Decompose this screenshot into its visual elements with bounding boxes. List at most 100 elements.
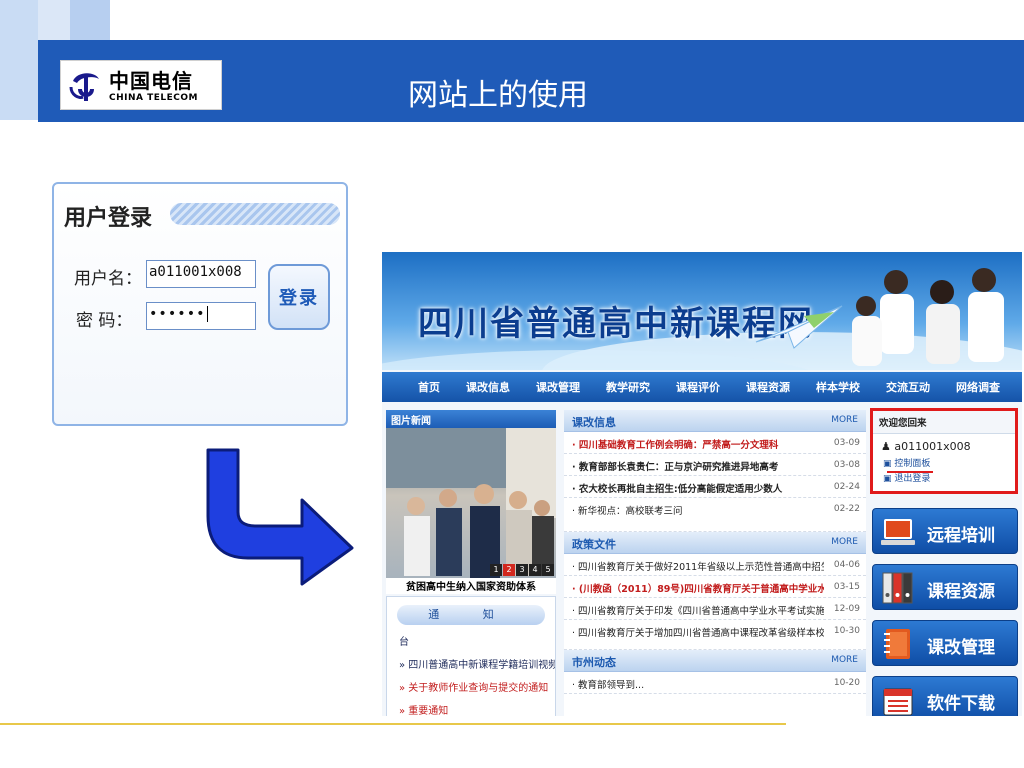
pic-news-photo[interactable]: 1 2 3 4 5 <box>386 428 556 578</box>
site-nav-bar: 首页 课改信息 课改管理 教学研究 课程评价 课程资源 样本学校 交流互动 网络… <box>382 372 1022 402</box>
site-banner: 四川省普通高中新课程网 <box>382 252 1022 370</box>
control-panel-label: 控制面板 <box>894 459 931 469</box>
section-title: 课改信息 <box>572 416 616 429</box>
control-panel-highlight <box>887 471 933 473</box>
news-row[interactable]: · 农大校长再批自主招生:低分高能假定适用少数人 02-24 <box>564 476 866 498</box>
header-decoration-left <box>0 0 38 120</box>
section-header-policy: 政策文件 MORE <box>564 532 866 554</box>
header-decoration-square <box>70 0 110 40</box>
notebook-icon <box>884 629 910 659</box>
news-row[interactable]: · 四川省教育厅关于增加四川省普通高中课程改革省级样本校的通知 10-30 <box>564 620 866 650</box>
nav-teaching-research[interactable]: 教学研究 <box>606 379 650 395</box>
text-caret <box>206 306 208 322</box>
notice-item[interactable]: » 四川普通高中新课程学籍培训视频 <box>387 652 555 675</box>
paper-plane-icon <box>755 305 843 349</box>
welcome-username: a011001x008 <box>894 440 971 453</box>
section-header-reform-info: 课改信息 MORE <box>564 410 866 432</box>
news-row[interactable]: · (川教函（2011）89号)四川省教育厅关于普通高中学业水平考试科 03-15 <box>564 576 866 598</box>
pic-news-header: 图片新闻 <box>386 410 556 428</box>
nav-course-resources[interactable]: 课程资源 <box>746 379 790 395</box>
pager-page-4[interactable]: 4 <box>529 564 541 576</box>
news-row[interactable]: · 四川省教育厅关于做好2011年省级以上示范性普通高中招生改革工 04-06 <box>564 554 866 576</box>
panel-icon: ▣ <box>883 459 895 469</box>
news-date: 03-09 <box>833 438 860 448</box>
news-title[interactable]: · 农大校长再批自主招生:低分高能假定适用少数人 <box>572 481 824 495</box>
password-input[interactable]: •••••• <box>146 302 256 330</box>
notice-item[interactable]: » 重要通知 <box>387 698 555 716</box>
site-news-column: 课改信息 MORE · 四川基础教育工作例会明确：严禁高一分文理科 03-09 ·… <box>564 410 866 716</box>
news-date: 10-20 <box>833 678 860 688</box>
news-date: 03-08 <box>833 460 860 470</box>
slide: 中国电信 CHINA TELECOM 网站上的使用 用户登录 用户名： 密 码：… <box>0 0 1024 768</box>
news-title[interactable]: · 四川省教育厅关于印发《四川省普通高中学业水平考试实施办法( <box>572 603 824 617</box>
reform-management-button[interactable]: 课改管理 <box>872 620 1018 666</box>
window-list-icon <box>883 688 913 716</box>
china-telecom-logo: 中国电信 CHINA TELECOM <box>60 60 222 110</box>
nav-interaction[interactable]: 交流互动 <box>886 379 930 395</box>
site-right-column: 欢迎您回来 ♟ a011001x008 ▣ 控制面板 ▣ 退出登录 远程培训 课… <box>868 404 1022 716</box>
login-button[interactable]: 登录 <box>268 264 330 330</box>
logout-label: 退出登录 <box>894 474 931 484</box>
pager-page-5[interactable]: 5 <box>542 564 554 576</box>
remote-training-button[interactable]: 远程培训 <box>872 508 1018 554</box>
news-row[interactable]: · 四川基础教育工作例会明确：严禁高一分文理科 03-09 <box>564 432 866 454</box>
curved-arrow-icon <box>206 448 354 586</box>
username-input[interactable]: a011001x008 <box>146 260 256 288</box>
news-title[interactable]: · 教育部部长袁贵仁：正与京沪研究推进异地高考 <box>572 459 824 473</box>
side-button-label: 远程培训 <box>927 526 995 546</box>
news-title[interactable]: · 四川省教育厅关于做好2011年省级以上示范性普通高中招生改革工 <box>572 559 824 573</box>
nav-reform-info[interactable]: 课改信息 <box>466 379 510 395</box>
control-panel-link[interactable]: ▣ 控制面板 <box>873 455 1015 470</box>
students-photo <box>852 268 1004 366</box>
side-button-label: 课程资源 <box>927 582 995 602</box>
news-row[interactable]: · 四川省教育厅关于印发《四川省普通高中学业水平考试实施办法( 12-09 <box>564 598 866 620</box>
news-date: 12-09 <box>833 604 860 614</box>
news-photo-art <box>386 428 556 578</box>
login-panel: 用户登录 用户名： 密 码： a011001x008 •••••• 登录 <box>52 182 348 426</box>
software-download-button[interactable]: 软件下载 <box>872 676 1018 716</box>
welcome-title: 欢迎您回来 <box>873 411 1015 434</box>
side-button-label: 课改管理 <box>927 638 995 658</box>
more-link[interactable]: MORE <box>831 537 858 547</box>
username-label: 用户名： <box>74 269 142 289</box>
nav-reform-management[interactable]: 课改管理 <box>536 379 580 395</box>
news-date: 03-15 <box>833 582 860 592</box>
news-title[interactable]: · 四川省教育厅关于增加四川省普通高中课程改革省级样本校的通知 <box>572 625 824 639</box>
welcome-box: 欢迎您回来 ♟ a011001x008 ▣ 控制面板 ▣ 退出登录 <box>870 408 1018 494</box>
news-date: 02-22 <box>833 504 860 514</box>
login-title: 用户登录 <box>64 206 153 231</box>
nav-survey[interactable]: 网络调查 <box>956 379 1000 395</box>
password-label: 密 码： <box>76 311 133 331</box>
news-title[interactable]: · 教育部领导到... <box>572 677 824 691</box>
nav-course-evaluation[interactable]: 课程评价 <box>676 379 720 395</box>
nav-home[interactable]: 首页 <box>418 379 440 395</box>
footer-divider <box>0 723 786 725</box>
binders-icon <box>882 572 913 604</box>
pager-page-1[interactable]: 1 <box>490 564 502 576</box>
slide-title: 网站上的使用 <box>408 78 588 113</box>
pic-news-pager: 1 2 3 4 5 <box>489 564 554 576</box>
website-screenshot: 四川省普通高中新课程网 首页 课改信息 课改管理 教学研究 课程评价 课程资源 … <box>382 252 1022 716</box>
notice-item[interactable]: 台 <box>387 629 555 652</box>
section-title: 市州动态 <box>572 656 616 669</box>
news-title[interactable]: · (川教函（2011）89号)四川省教育厅关于普通高中学业水平考试科 <box>572 581 824 595</box>
pager-page-3[interactable]: 3 <box>516 564 528 576</box>
news-title[interactable]: · 新华视点：高校联考三问 <box>572 503 824 517</box>
news-row[interactable]: · 教育部领导到... 10-20 <box>564 672 866 694</box>
section-header-city-news: 市州动态 MORE <box>564 650 866 672</box>
more-link[interactable]: MORE <box>831 655 858 665</box>
notice-item[interactable]: » 关于教师作业查询与提交的通知 <box>387 675 555 698</box>
news-row[interactable]: · 教育部部长袁贵仁：正与京沪研究推进异地高考 03-08 <box>564 454 866 476</box>
pager-page-2[interactable]: 2 <box>503 564 515 576</box>
course-resources-button[interactable]: 课程资源 <box>872 564 1018 610</box>
news-row[interactable]: · 新华视点：高校联考三问 02-22 <box>564 498 866 532</box>
notice-header: 通 知 <box>397 605 545 625</box>
news-title[interactable]: · 四川基础教育工作例会明确：严禁高一分文理科 <box>572 437 824 451</box>
news-date: 04-06 <box>833 560 860 570</box>
nav-sample-schools[interactable]: 样本学校 <box>816 379 860 395</box>
more-link[interactable]: MORE <box>831 415 858 425</box>
side-button-label: 软件下载 <box>927 694 995 714</box>
logo-english-text: CHINA TELECOM <box>109 93 198 103</box>
pic-news-caption[interactable]: 贫困高中生纳入国家资助体系 <box>386 578 556 594</box>
news-date: 02-24 <box>833 482 860 492</box>
